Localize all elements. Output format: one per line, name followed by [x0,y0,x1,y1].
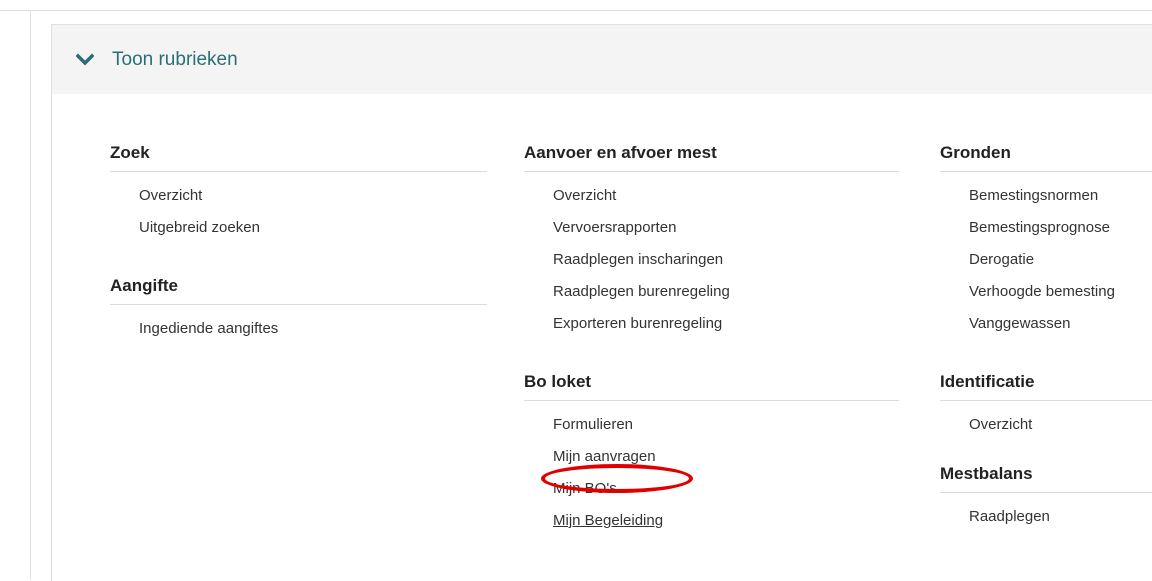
toggle-rubrieken-button[interactable]: Toon rubrieken [52,25,1152,94]
link-derogatie[interactable]: Derogatie [969,251,1034,268]
section-title: Aanvoer en afvoer mest [524,143,899,172]
list-item[interactable]: Overzicht [139,180,487,212]
list-item[interactable]: Formulieren [553,409,899,441]
section-items: Overzicht Uitgebreid zoeken [110,172,487,244]
column-1: Zoek Overzicht Uitgebreid zoeken Aangift… [110,143,487,345]
section-title: Aangifte [110,276,487,305]
list-item[interactable]: Vervoersrapporten [553,212,899,244]
section-items: Bemestingsnormen Bemestingsprognose Dero… [940,172,1152,340]
section-title: Zoek [110,143,487,172]
list-item[interactable]: Exporteren burenregeling [553,308,899,340]
list-item[interactable]: Derogatie [969,244,1152,276]
section-title: Identificatie [940,372,1152,401]
section-title: Gronden [940,143,1152,172]
link-ingediende-aangiftes[interactable]: Ingediende aangiftes [139,320,278,337]
link-exporteren-burenregeling[interactable]: Exporteren burenregeling [553,315,722,332]
list-item[interactable]: Mijn BO's [553,473,899,505]
list-item[interactable]: Raadplegen [969,501,1152,533]
link-uitgebreid-zoeken[interactable]: Uitgebreid zoeken [139,219,260,236]
section-items: Formulieren Mijn aanvragen Mijn BO's Mij… [524,401,899,537]
panel-title: Toon rubrieken [112,48,238,70]
section-identificatie: Identificatie Overzicht [940,372,1152,441]
link-verhoogde-bemesting[interactable]: Verhoogde bemesting [969,283,1115,300]
list-item[interactable]: Vanggewassen [969,308,1152,340]
section-zoek: Zoek Overzicht Uitgebreid zoeken [110,143,487,244]
chevron-down-icon [76,53,94,65]
link-raadplegen-inscharingen[interactable]: Raadplegen inscharingen [553,251,723,268]
column-3: Gronden Bemestingsnormen Bemestingsprogn… [940,143,1152,533]
list-item[interactable]: Raadplegen inscharingen [553,244,899,276]
link-bemestingsprognose[interactable]: Bemestingsprognose [969,219,1110,236]
link-formulieren[interactable]: Formulieren [553,416,633,433]
link-mest-overzicht[interactable]: Overzicht [553,187,616,204]
section-items: Ingediende aangiftes [110,305,487,345]
list-item[interactable]: Ingediende aangiftes [139,313,487,345]
top-divider [0,10,1152,11]
left-divider [30,10,31,580]
link-mijn-aanvragen[interactable]: Mijn aanvragen [553,448,656,465]
link-mijn-begeleiding[interactable]: Mijn Begeleiding [553,512,663,529]
section-aanvoer-afvoer-mest: Aanvoer en afvoer mest Overzicht Vervoer… [524,143,899,340]
list-item[interactable]: Uitgebreid zoeken [139,212,487,244]
link-zoek-overzicht[interactable]: Overzicht [139,187,202,204]
link-bemestingsnormen[interactable]: Bemestingsnormen [969,187,1098,204]
section-mestbalans: Mestbalans Raadplegen [940,464,1152,533]
list-item[interactable]: Verhoogde bemesting [969,276,1152,308]
link-raadplegen-burenregeling[interactable]: Raadplegen burenregeling [553,283,730,300]
link-vervoersrapporten[interactable]: Vervoersrapporten [553,219,676,236]
list-item[interactable]: Bemestingsprognose [969,212,1152,244]
section-gronden: Gronden Bemestingsnormen Bemestingsprogn… [940,143,1152,340]
section-items: Overzicht [940,401,1152,441]
section-bo-loket: Bo loket Formulieren Mijn aanvragen Mijn… [524,372,899,537]
list-item[interactable]: Overzicht [553,180,899,212]
list-item[interactable]: Raadplegen burenregeling [553,276,899,308]
section-items: Raadplegen [940,493,1152,533]
section-title: Mestbalans [940,464,1152,493]
link-mestbalans-raadplegen[interactable]: Raadplegen [969,508,1050,525]
list-item[interactable]: Mijn aanvragen [553,441,899,473]
list-item[interactable]: Overzicht [969,409,1152,441]
section-title: Bo loket [524,372,899,401]
list-item[interactable]: Mijn Begeleiding [553,505,899,537]
column-2: Aanvoer en afvoer mest Overzicht Vervoer… [524,143,899,537]
section-items: Overzicht Vervoersrapporten Raadplegen i… [524,172,899,340]
link-vanggewassen[interactable]: Vanggewassen [969,315,1070,332]
section-aangifte: Aangifte Ingediende aangiftes [110,276,487,345]
link-identificatie-overzicht[interactable]: Overzicht [969,416,1032,433]
list-item[interactable]: Bemestingsnormen [969,180,1152,212]
link-mijn-bos[interactable]: Mijn BO's [553,480,617,497]
